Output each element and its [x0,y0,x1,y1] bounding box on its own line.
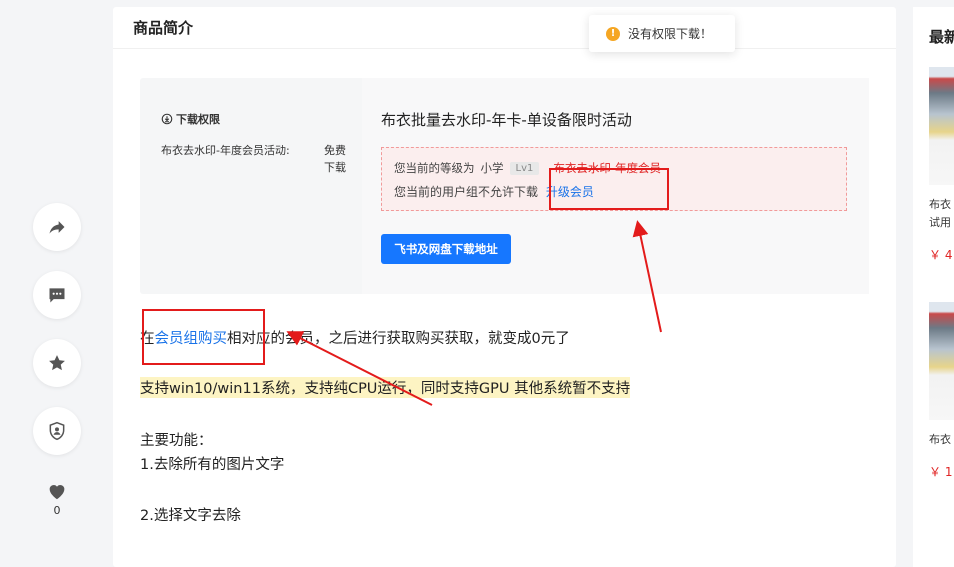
shield-user-icon [49,421,65,441]
level-badge: Lv1 [509,161,540,175]
product-intro-card: 商品简介 下载权限 布衣去水印-年度会员活动: 免费下载 布衣批量去水印-年卡-… [113,7,896,567]
content-paragraph: 在会员组购买相对应的会员，之后进行获取购买获取，就变成0元了 [140,327,570,348]
latest-thumbnail[interactable] [929,67,954,185]
like-count: 0 [53,504,61,517]
download-box: 下载权限 布衣去水印-年度会员活动: 免费下载 布衣批量去水印-年卡-单设备限时… [140,78,869,294]
card-header: 商品简介 [113,7,896,49]
latest-title: 最新 [929,28,954,46]
share-button[interactable] [33,203,81,251]
feature-item: 2.选择文字去除 [140,508,241,524]
permission-value: 免费下载 [324,144,346,174]
download-title: 布衣批量去水印-年卡-单设备限时活动 [381,111,632,129]
permission-heading: 下载权限 [161,111,220,127]
latest-thumbnail[interactable] [929,302,954,420]
no-permission-toast: ! 没有权限下载！ [589,15,735,52]
highlight-paragraph: 支持win10/win11系统，支持纯CPU运行，同时支持GPU 其他系统暂不支… [140,377,631,398]
toast-message: 没有权限下载！ [628,27,713,41]
p1-suffix: 相对应的会员，之后进行获取购买获取，就变成0元了 [227,331,570,347]
latest-item-title[interactable]: 布衣 [929,431,951,447]
feature-item: 1.去除所有的图片文字 [140,457,285,473]
download-address-button[interactable]: 飞书及网盘下载地址 [381,234,511,264]
permission-title: 下载权限 [176,113,220,126]
required-group: 布衣去水印-年度会员 [553,161,662,175]
latest-item-price: ￥ 1 [929,465,953,479]
comment-button[interactable] [33,271,81,319]
latest-item-title-line2: 试用 [929,216,951,229]
download-circle-icon [161,113,173,125]
group-notice-line: 您当前的用户组不允许下载 升级会员 [394,183,594,200]
share-icon [49,221,65,234]
latest-item-title[interactable]: 布衣 [929,196,951,212]
permission-notice: 您当前的等级为 小学 Lv1 布衣去水印-年度会员 您当前的用户组不允许下载 升… [381,147,847,211]
star-icon [49,355,65,371]
level-name: 小学 [480,161,504,175]
report-button[interactable] [33,407,81,455]
like-button[interactable]: 0 [42,480,72,517]
warning-icon: ! [606,26,620,41]
comment-icon [49,288,65,303]
heart-icon [49,485,65,500]
p1-prefix: 在 [140,331,155,347]
member-group-link[interactable]: 会员组购买 [155,331,228,347]
level-line: 您当前的等级为 小学 Lv1 布衣去水印-年度会员 [394,160,661,176]
latest-item-price: ￥ 4 [929,248,953,262]
permission-name: 布衣去水印-年度会员活动: [161,144,290,157]
download-permission-panel: 下载权限 布衣去水印-年度会员活动: 免费下载 [140,78,362,294]
favorite-button[interactable] [33,339,81,387]
latest-sidebar: 最新 布衣 试用 ￥ 4 布衣 ￥ 1 [913,7,954,567]
section-title: 商品简介 [133,19,194,37]
group-notice: 您当前的用户组不允许下载 [394,185,539,199]
features-heading: 主要功能： [140,433,213,449]
upgrade-member-link[interactable]: 升级会员 [546,185,594,199]
level-label: 您当前的等级为 [394,161,475,175]
download-detail-panel: 布衣批量去水印-年卡-单设备限时活动 您当前的等级为 小学 Lv1 布衣去水印-… [362,78,869,294]
